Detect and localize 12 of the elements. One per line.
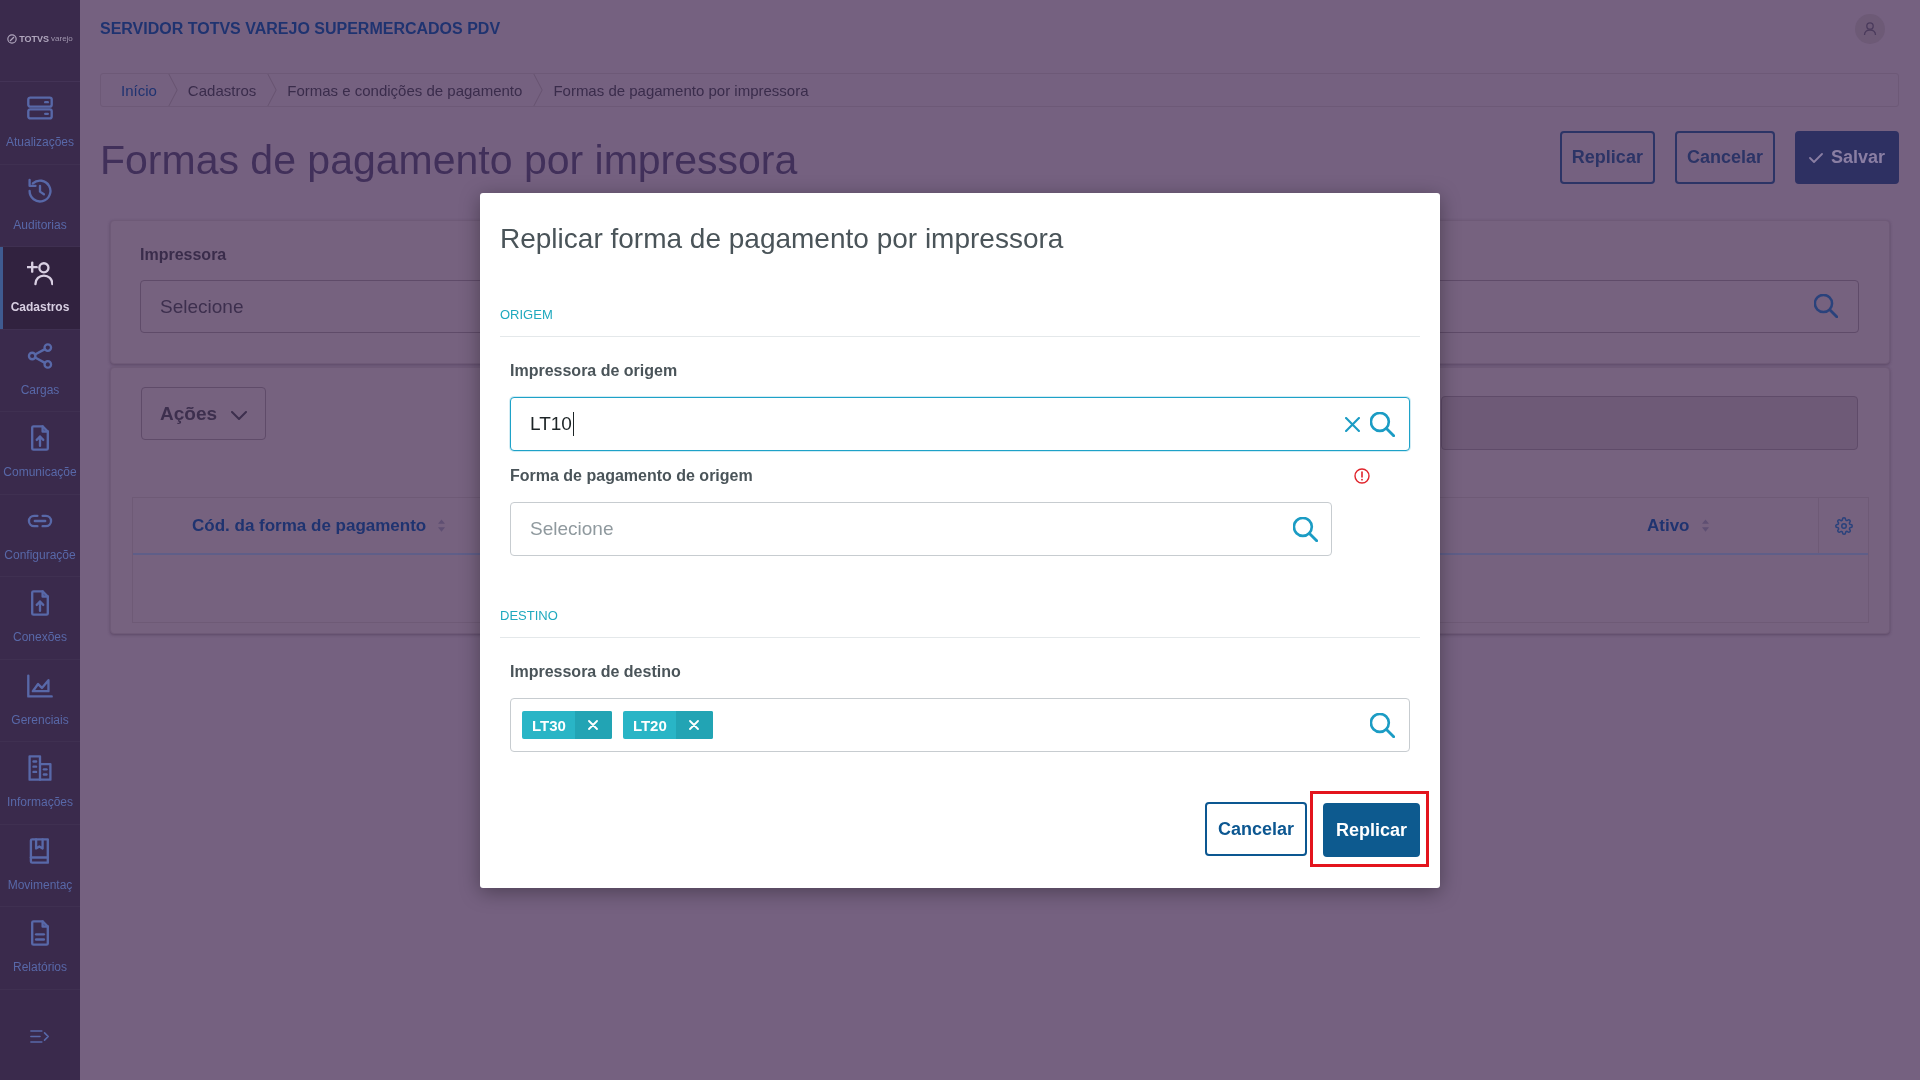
app-title: SERVIDOR TOTVS VAREJO SUPERMERCADOS PDV [100, 20, 501, 38]
field-label: Impressora de destino [510, 662, 682, 682]
section-heading: DESTINO [500, 608, 1420, 638]
logo-subtext: varejo [51, 33, 73, 44]
field-label: Impressora de origem [510, 361, 679, 381]
logo-text: TOTVS [19, 33, 49, 44]
section-heading: ORIGEM [500, 307, 1420, 337]
field-label: Forma de pagamento de origem [510, 466, 754, 486]
dialog-title: Replicar forma de pagamento por impressora [500, 222, 1065, 256]
field-label: Impressora [140, 245, 228, 265]
tag-label: LT20 [631, 715, 668, 736]
tag-label: LT30 [531, 715, 567, 736]
